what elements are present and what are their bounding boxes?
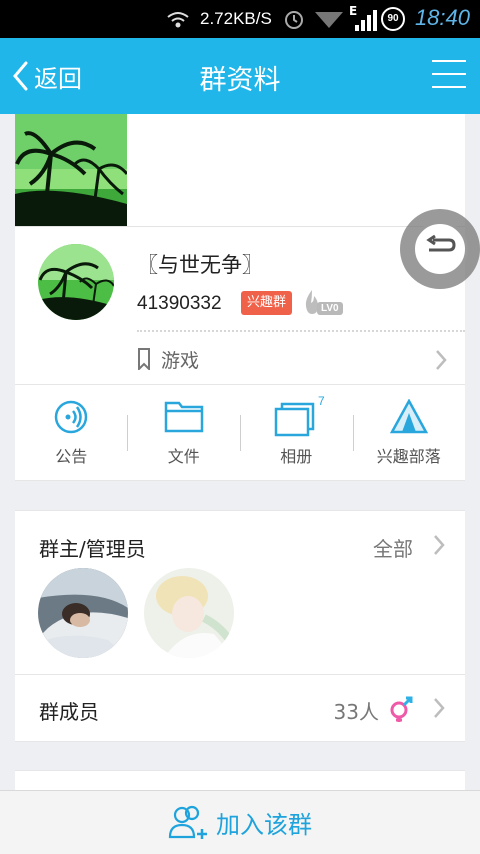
files-button[interactable]: 文件 <box>128 385 241 480</box>
avatar-image <box>38 244 114 320</box>
wifi-icon <box>167 12 189 28</box>
group-avatar[interactable] <box>38 244 114 320</box>
function-label: 文件 <box>167 447 200 466</box>
album-icon <box>275 402 315 437</box>
category-label: 游戏 <box>161 349 200 372</box>
title-bar: 返回 群资料 <box>0 38 480 114</box>
chevron-left-icon <box>13 61 28 91</box>
status-bar: 2.72KB/S E 90 18:40 <box>0 0 480 38</box>
menu-line <box>432 86 466 88</box>
gender-icon <box>390 696 413 722</box>
members-label: 群成员 <box>39 700 99 724</box>
join-group-button[interactable]: 加入该群 <box>0 790 480 854</box>
floating-back-button[interactable] <box>400 209 480 289</box>
divider <box>353 415 354 451</box>
album-count: 7 <box>318 394 325 408</box>
chevron-right-icon <box>434 535 445 555</box>
back-label: 返回 <box>34 64 82 93</box>
folder-icon <box>164 401 203 433</box>
add-user-icon <box>168 805 207 839</box>
function-label: 公告 <box>55 447 88 466</box>
bookmark-icon <box>138 348 150 370</box>
chevron-right-icon <box>434 698 445 718</box>
palm-tree-image <box>15 114 127 226</box>
clock: 18:40 <box>414 5 470 30</box>
menu-line <box>432 60 466 62</box>
group-level: LV0 <box>303 289 343 315</box>
function-label: 兴趣部落 <box>376 447 441 466</box>
join-label: 加入该群 <box>216 811 312 839</box>
function-row: 公告 文件 7 相册 兴趣部落 <box>15 384 465 481</box>
view-all-label: 全部 <box>373 537 413 561</box>
announcement-button[interactable]: 公告 <box>15 385 128 480</box>
battery-icon: 90 <box>381 7 405 31</box>
interest-tribe-button[interactable]: 兴趣部落 <box>353 385 466 480</box>
return-arrow-icon <box>426 234 456 252</box>
admin-avatar[interactable] <box>38 568 128 658</box>
divider <box>137 330 465 332</box>
group-cover <box>15 114 465 226</box>
member-count: 33人 <box>333 700 379 724</box>
tent-icon <box>389 399 428 434</box>
cell-signal-icon <box>355 10 377 31</box>
announcement-icon <box>55 400 88 434</box>
cover-image[interactable] <box>15 114 127 226</box>
group-info-card: 〖与世无争〗 41390332 兴趣群 LV0 游戏 <box>15 226 465 384</box>
group-category-row[interactable]: 游戏 <box>137 339 447 379</box>
menu-button[interactable] <box>432 60 466 90</box>
signal-triangle-icon <box>315 12 343 28</box>
group-name: 〖与世无争〗 <box>137 253 263 277</box>
admin-avatar[interactable] <box>144 568 234 658</box>
divider <box>240 415 241 451</box>
function-label: 相册 <box>280 447 313 466</box>
back-button[interactable]: 返回 <box>12 56 82 96</box>
divider <box>127 415 128 451</box>
album-button[interactable]: 7 相册 <box>240 385 353 480</box>
alarm-icon <box>285 11 303 29</box>
members-row[interactable]: 群成员 33人 <box>15 674 465 742</box>
avatar-image <box>38 568 128 658</box>
admins-label: 群主/管理员 <box>39 537 146 561</box>
admins-section: 群主/管理员 全部 <box>15 510 465 674</box>
section-divider <box>15 770 465 790</box>
level-label: LV0 <box>317 302 343 315</box>
group-id: 41390332 <box>137 293 222 314</box>
avatar-image <box>144 568 234 658</box>
network-speed: 2.72KB/S <box>200 9 272 28</box>
chevron-right-icon <box>436 350 447 370</box>
menu-line <box>432 73 466 75</box>
interest-group-badge: 兴趣群 <box>241 291 293 315</box>
floating-button-face <box>412 221 468 277</box>
